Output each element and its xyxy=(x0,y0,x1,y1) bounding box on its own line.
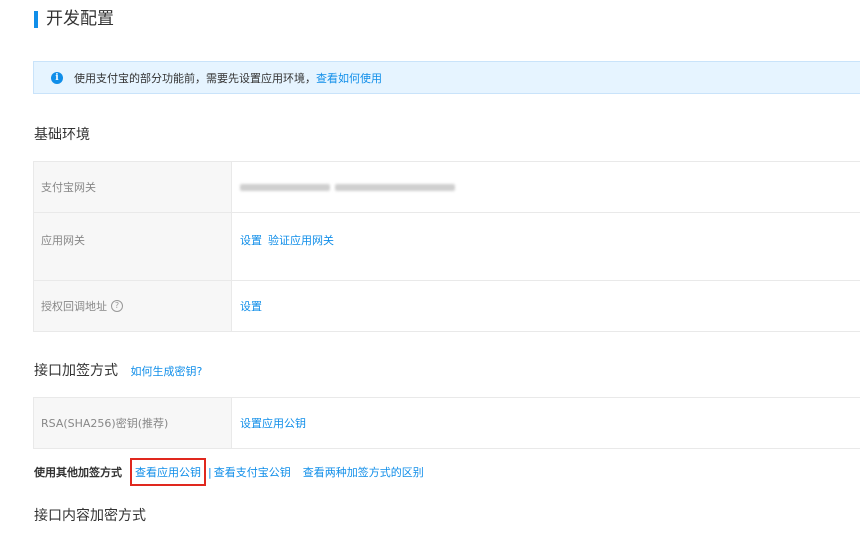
app-gateway-label: 应用网关 xyxy=(33,213,232,280)
table-row: RSA(SHA256)密钥(推荐) 设置应用公钥 xyxy=(33,398,860,449)
view-app-public-key-link[interactable]: 查看应用公钥 xyxy=(135,466,201,479)
info-banner-text: 使用支付宝的部分功能前，需要先设置应用环境， xyxy=(74,71,316,85)
how-to-generate-key-link[interactable]: 如何生成密钥? xyxy=(130,365,202,378)
signing-title-text: 接口加签方式 xyxy=(34,363,118,379)
set-auth-callback-link[interactable]: 设置 xyxy=(240,298,262,314)
other-signing-label: 使用其他加签方式 xyxy=(34,466,122,479)
auth-callback-value: 设置 xyxy=(232,281,262,331)
rsa-key-value: 设置应用公钥 xyxy=(232,398,306,448)
app-gateway-value: 设置 验证应用网关 xyxy=(232,213,334,280)
basic-env-table: 支付宝网关 应用网关 设置 验证应用网关 授权回调地址 ? 设置 xyxy=(33,161,860,332)
how-to-use-link[interactable]: 查看如何使用 xyxy=(316,70,382,86)
table-row: 授权回调地址 ? 设置 xyxy=(33,281,860,332)
table-row: 支付宝网关 xyxy=(33,162,860,213)
set-app-public-key-link[interactable]: 设置应用公钥 xyxy=(240,415,306,431)
help-icon[interactable]: ? xyxy=(111,300,123,312)
other-signing-methods: 使用其他加签方式 查看应用公钥 | 查看支付宝公钥 查看两种加签方式的区别 xyxy=(34,458,424,486)
encryption-title: 接口内容加密方式 xyxy=(34,507,146,525)
redacted-gateway-url xyxy=(240,183,455,191)
auth-callback-label: 授权回调地址 ? xyxy=(33,281,232,331)
info-banner: i 使用支付宝的部分功能前，需要先设置应用环境， 查看如何使用 xyxy=(33,61,860,94)
alipay-gateway-label: 支付宝网关 xyxy=(33,162,232,212)
title-accent-bar xyxy=(34,11,38,28)
link-separator: | xyxy=(208,465,212,479)
page-title: 开发配置 xyxy=(46,9,114,29)
set-app-gateway-link[interactable]: 设置 xyxy=(240,232,262,248)
highlight-box: 查看应用公钥 xyxy=(130,458,206,486)
signing-table: RSA(SHA256)密钥(推荐) 设置应用公钥 xyxy=(33,397,860,449)
basic-env-title: 基础环境 xyxy=(34,126,90,144)
info-icon: i xyxy=(51,71,63,84)
signing-title: 接口加签方式 如何生成密钥? xyxy=(34,362,202,381)
alipay-gateway-value xyxy=(232,162,455,212)
basic-env-title-text: 基础环境 xyxy=(34,127,90,143)
view-signing-diff-link[interactable]: 查看两种加签方式的区别 xyxy=(303,464,424,480)
view-alipay-public-key-link[interactable]: 查看支付宝公钥 xyxy=(214,464,291,480)
verify-app-gateway-link[interactable]: 验证应用网关 xyxy=(268,232,334,248)
auth-callback-label-text: 授权回调地址 xyxy=(41,300,107,313)
rsa-key-label: RSA(SHA256)密钥(推荐) xyxy=(33,398,232,448)
table-row: 应用网关 设置 验证应用网关 xyxy=(33,213,860,281)
encryption-title-text: 接口内容加密方式 xyxy=(34,508,146,524)
